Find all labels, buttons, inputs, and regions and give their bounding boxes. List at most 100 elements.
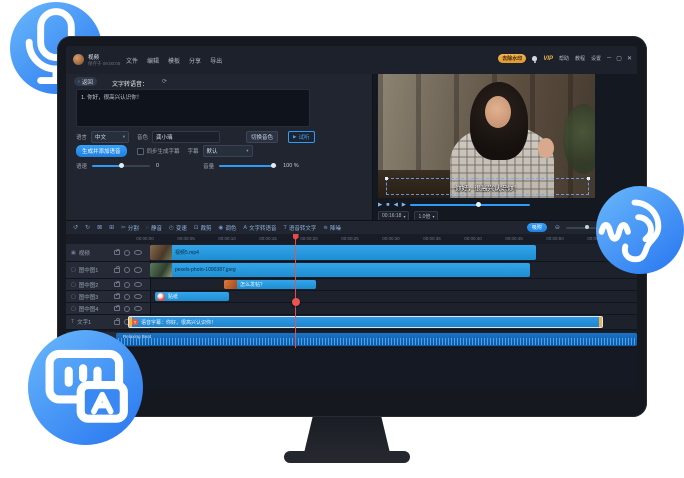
clip-subtitle-selected[interactable]: T 语音字幕：你好，很高兴认识你！ — [128, 316, 603, 328]
track-header-video[interactable]: ▣ 视频 — [66, 244, 151, 261]
timeline-tracks: ▣ 视频 视频5.mp4 ▢ 图中图1 — [66, 244, 637, 348]
lock-icon[interactable] — [114, 282, 120, 287]
eye-icon[interactable] — [134, 282, 142, 288]
change-voice-button[interactable]: 切换音色 — [246, 131, 278, 143]
eye-icon[interactable] — [134, 267, 142, 273]
track-header-pip2[interactable]: ▢ 图中图2 — [66, 279, 151, 290]
denoise-button[interactable]: ≋ 降噪 — [323, 224, 341, 232]
text-to-speech-button[interactable]: A 文字转语音 — [243, 224, 276, 232]
menu-item-file[interactable]: 文件 — [126, 56, 138, 65]
minimize-button[interactable]: ─ — [607, 55, 611, 62]
lock-icon[interactable] — [114, 306, 120, 311]
mute-track-icon[interactable] — [124, 267, 130, 273]
stop-button[interactable]: ■ — [386, 202, 389, 208]
eye-icon[interactable] — [134, 250, 142, 256]
mute-button[interactable]: ◌ 静音 — [146, 224, 162, 232]
speed-value: 0 — [156, 163, 159, 169]
remove-watermark-button[interactable]: 去除水印 — [498, 54, 526, 63]
pip-track-icon: ▢ — [71, 282, 76, 288]
generate-voice-button[interactable]: 生成并添加语音 — [76, 145, 127, 157]
mute-track-icon[interactable] — [124, 294, 130, 300]
menu-item-template[interactable]: 模板 — [168, 56, 180, 65]
selection-handle[interactable] — [385, 177, 388, 180]
back-button[interactable]: ‹ 返回 — [74, 77, 97, 86]
clip-trim-handle-left[interactable] — [129, 317, 132, 327]
snap-toggle[interactable]: 吸附 — [527, 223, 547, 232]
clip-pip1[interactable]: pexels-photo-1090387.jpeg — [150, 263, 530, 277]
prev-frame-button[interactable]: ◀ — [394, 202, 398, 208]
track-pip2: ▢ 图中图2 怎么发帖？ — [66, 279, 637, 291]
text-track-icon: T — [71, 319, 74, 325]
next-frame-button[interactable]: ▶ — [402, 202, 406, 208]
lock-icon[interactable] — [114, 250, 120, 255]
voice-field[interactable]: 龚小璃 — [152, 131, 220, 143]
crop-button[interactable]: ⊡ 裁剪 — [194, 224, 212, 232]
delete-icon[interactable]: ⊠ — [97, 224, 102, 231]
menu-item-edit[interactable]: 编辑 — [147, 56, 159, 65]
avatar[interactable] — [73, 54, 84, 65]
refresh-icon[interactable]: ⟳ — [162, 78, 167, 85]
close-button[interactable]: ✕ — [627, 55, 632, 62]
selection-handle[interactable] — [587, 177, 590, 180]
menu-item-export[interactable]: 导出 — [210, 56, 222, 65]
language-select[interactable]: 中文 ▾ — [91, 131, 129, 143]
editor-screen: 视频 保存于 09:00:05 文件 编辑 模板 分享 导出 去除水印 VIP … — [66, 46, 637, 390]
clip-pip3-sticker[interactable]: 贴纸 — [155, 292, 229, 301]
eye-icon[interactable] — [134, 306, 142, 312]
vip-badge[interactable]: VIP — [543, 56, 553, 62]
preview-subtitle-text[interactable]: 你好，很高兴认识你！ — [455, 182, 520, 192]
mute-track-icon[interactable] — [124, 250, 130, 256]
track-header-pip3[interactable]: ▢ 图中图3 — [66, 291, 151, 302]
speech-to-text-button[interactable]: T 语音转文字 — [284, 224, 317, 232]
menu-item-tutorial[interactable]: 教程 — [575, 55, 585, 62]
track-header-pip4[interactable]: ▢ 图中图4 — [66, 303, 151, 314]
timeline-zoom-slider[interactable] — [566, 227, 596, 229]
listening-bubble — [596, 186, 684, 274]
speed-button[interactable]: ◴ 变速 — [169, 224, 187, 232]
chevron-down-icon: ▾ — [432, 214, 434, 219]
tts-row-voice: 语言 中文 ▾ 音色 龚小璃 切换音色 ▶ 试听 — [66, 131, 372, 142]
ruler-label: 00:00:30 — [382, 236, 400, 241]
clip-pip2[interactable]: 怎么发帖？ — [224, 280, 316, 289]
speed-label: 语速 — [76, 162, 87, 170]
menu-item-share[interactable]: 分享 — [189, 56, 201, 65]
mute-track-icon[interactable] — [124, 306, 130, 312]
menu-item-help[interactable]: 帮助 — [559, 55, 569, 62]
lock-icon[interactable] — [114, 320, 120, 325]
seek-slider[interactable] — [410, 204, 530, 206]
color-button[interactable]: ◉ 调色 — [219, 224, 237, 232]
undo-icon[interactable]: ↺ — [73, 224, 78, 231]
sync-subtitle-checkbox[interactable] — [137, 148, 144, 155]
notification-bell-icon[interactable] — [532, 56, 537, 61]
maximize-button[interactable]: ▢ — [616, 55, 622, 62]
clip-audio[interactable]: Relaxing Beat — [116, 333, 637, 346]
subtitle-style-select[interactable]: 默认 ▾ — [203, 145, 253, 157]
menu-item-settings[interactable]: 设置 — [591, 55, 601, 62]
color-icon: ◉ — [219, 225, 224, 231]
clip-label: 贴纸 — [168, 293, 178, 300]
split-button[interactable]: ✂ 分割 — [121, 224, 139, 232]
preview-plant — [563, 104, 595, 174]
clip-trim-handle-right[interactable] — [599, 317, 602, 327]
lock-icon[interactable] — [114, 268, 120, 273]
tts-row-sliders: 语速 0 音量 100 % — [66, 160, 372, 171]
speed-slider[interactable] — [92, 165, 150, 167]
playhead[interactable] — [295, 234, 296, 348]
mute-track-icon[interactable] — [124, 282, 130, 288]
ruler-label: 00:00:15 — [259, 236, 277, 241]
tts-script-input[interactable]: 1. 你好，很高兴认识你！ — [76, 89, 310, 127]
clip-video[interactable]: 视频5.mp4 — [150, 245, 536, 260]
volume-slider[interactable] — [219, 165, 277, 167]
video-preview[interactable]: 你好，很高兴认识你！ — [378, 74, 595, 198]
redo-icon[interactable]: ↻ — [85, 224, 90, 231]
playhead-marker[interactable] — [292, 298, 300, 306]
subtitle-selection-box[interactable]: 你好，很高兴认识你！ — [386, 178, 589, 195]
duplicate-icon[interactable]: ⊞ — [109, 224, 114, 231]
track-header-pip1[interactable]: ▢ 图中图1 — [66, 262, 151, 278]
play-button[interactable]: ▶ — [378, 202, 382, 208]
eye-icon[interactable] — [134, 294, 142, 300]
volume-value: 100 % — [283, 163, 299, 169]
zoom-out-icon[interactable]: ⊖ — [555, 224, 560, 231]
lock-icon[interactable] — [114, 294, 120, 299]
preview-voice-button[interactable]: ▶ 试听 — [288, 131, 314, 143]
